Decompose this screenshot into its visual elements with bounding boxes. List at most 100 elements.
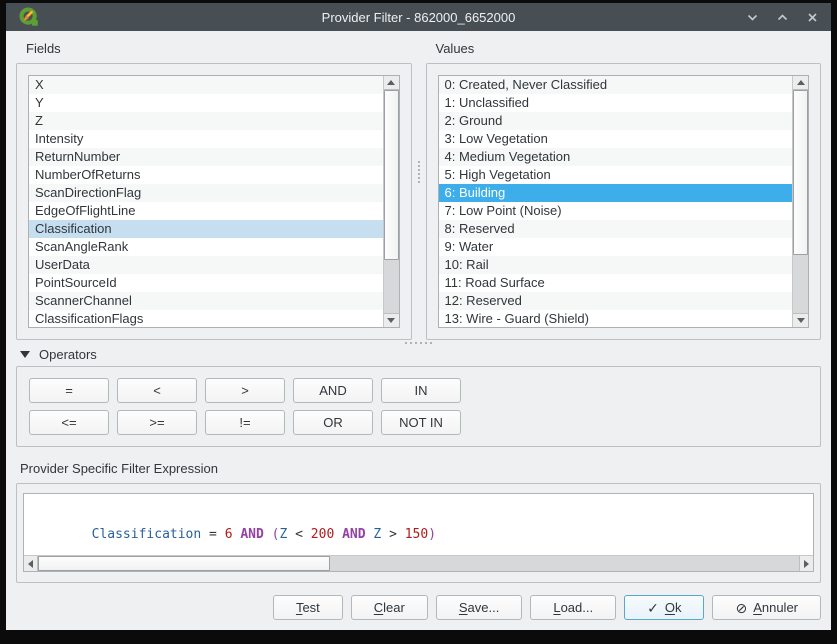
scroll-up-arrow-icon[interactable] [793,76,808,90]
expression-token: Classification [92,527,202,542]
scrollbar-thumb[interactable] [793,90,808,255]
ok-button[interactable]: ✓Ok [624,595,704,620]
expression-token: < [287,527,310,542]
operators-row-2: <= >= != OR NOT IN [29,410,808,435]
expression-token [264,527,272,542]
field-item[interactable]: Classification [29,220,383,238]
operator-button[interactable]: >= [117,410,197,435]
filter-expression-text[interactable]: Classification = 6 AND (Z < 200 AND Z > … [24,494,813,555]
operators-label: Operators [39,347,97,362]
field-item[interactable]: PointSourceId [29,274,383,292]
fields-groupbox: XYZIntensityReturnNumberNumberOfReturnsS… [16,63,412,340]
field-item[interactable]: Intensity [29,130,383,148]
expression-token: AND [342,527,365,542]
expression-token: = [201,527,224,542]
expression-token: 150 [405,527,428,542]
expression-token: 200 [311,527,334,542]
save-button[interactable]: Save... [436,595,522,620]
scroll-down-arrow-icon[interactable] [384,313,399,327]
value-item[interactable]: 2: Ground [439,112,793,130]
value-item[interactable]: 11: Road Surface [439,274,793,292]
value-item[interactable]: 4: Medium Vegetation [439,148,793,166]
fields-panel: Fields XYZIntensityReturnNumberNumberOfR… [16,41,412,340]
field-item[interactable]: ScanAngleRank [29,238,383,256]
value-item[interactable]: 9: Water [439,238,793,256]
values-list[interactable]: 0: Created, Never Classified1: Unclassif… [438,75,810,328]
fields-rows: XYZIntensityReturnNumberNumberOfReturnsS… [29,76,383,327]
field-item[interactable]: Z [29,112,383,130]
titlebar[interactable]: Provider Filter - 862000_6652000 [6,3,831,31]
operators-header[interactable]: Operators [20,346,821,362]
fields-scrollbar[interactable] [383,76,399,327]
scrollbar-thumb[interactable] [384,90,399,260]
fields-values-section: Fields XYZIntensityReturnNumberNumberOfR… [16,41,821,340]
operator-button[interactable]: <= [29,410,109,435]
value-item[interactable]: 0: Created, Never Classified [439,76,793,94]
filter-expression-groupbox: Classification = 6 AND (Z < 200 AND Z > … [16,483,821,583]
dialog-content: Fields XYZIntensityReturnNumberNumberOfR… [6,31,831,630]
operator-button[interactable]: = [29,378,109,403]
value-item[interactable]: 3: Low Vegetation [439,130,793,148]
filter-expression-label: Provider Specific Filter Expression [20,461,821,477]
operator-button[interactable]: != [205,410,285,435]
value-item[interactable]: 5: High Vegetation [439,166,793,184]
test-button[interactable]: Test [273,595,343,620]
value-item[interactable]: 10: Rail [439,256,793,274]
expression-hscrollbar[interactable] [24,555,813,571]
operator-button[interactable]: IN [381,378,461,403]
chevron-up-icon[interactable] [776,11,789,24]
value-item[interactable]: 7: Low Point (Noise) [439,202,793,220]
scroll-right-arrow-icon[interactable] [799,556,813,571]
value-item[interactable]: 12: Reserved [439,292,793,310]
fields-list[interactable]: XYZIntensityReturnNumberNumberOfReturnsS… [28,75,400,328]
values-panel: Values 0: Created, Never Classified1: Un… [426,41,822,340]
expression-token: AND [240,527,263,542]
field-item[interactable]: ScannerChannel [29,292,383,310]
value-item[interactable]: 13: Wire - Guard (Shield) [439,310,793,327]
collapse-arrow-icon[interactable] [20,351,30,358]
operator-button[interactable]: NOT IN [381,410,461,435]
field-item[interactable]: ScanDirectionFlag [29,184,383,202]
value-item[interactable]: 1: Unclassified [439,94,793,112]
field-item[interactable]: EdgeOfFlightLine [29,202,383,220]
value-item[interactable]: 8: Reserved [439,220,793,238]
field-item[interactable]: UserData [29,256,383,274]
qgis-logo-icon [18,6,40,28]
value-item[interactable]: 6: Building [439,184,793,202]
scroll-up-arrow-icon[interactable] [384,76,399,90]
load-button[interactable]: Load... [530,595,616,620]
check-icon: ✓ [647,601,659,615]
fields-label: Fields [26,41,412,57]
values-rows: 0: Created, Never Classified1: Unclassif… [439,76,793,327]
operator-button[interactable]: OR [293,410,373,435]
field-item[interactable]: ReturnNumber [29,148,383,166]
expression-token: 6 [225,527,233,542]
window-title: Provider Filter - 862000_6652000 [6,10,831,25]
dialog-button-row: Test Clear Save... Load... ✓Ok ⊘Annuler [16,595,821,620]
window-controls [746,11,819,24]
operator-button[interactable]: AND [293,378,373,403]
scrollbar-thumb[interactable] [38,556,330,571]
field-item[interactable]: ClassificationFlags [29,310,383,327]
expression-token [334,527,342,542]
field-item[interactable]: NumberOfReturns [29,166,383,184]
clear-button[interactable]: Clear [351,595,428,620]
values-scrollbar[interactable] [792,76,808,327]
cancel-button[interactable]: ⊘Annuler [712,595,821,620]
expression-token: > [381,527,404,542]
close-icon[interactable] [806,11,819,24]
chevron-down-icon[interactable] [746,11,759,24]
provider-filter-dialog: Provider Filter - 862000_6652000 Fields [6,3,831,630]
field-item[interactable]: Y [29,94,383,112]
operators-groupbox: = < > AND IN <= >= != OR NOT IN [16,366,821,447]
cancel-icon: ⊘ [735,601,747,615]
field-item[interactable]: X [29,76,383,94]
scroll-down-arrow-icon[interactable] [793,313,808,327]
panel-splitter-handle[interactable] [418,161,420,183]
scroll-left-arrow-icon[interactable] [24,556,38,571]
operator-button[interactable]: < [117,378,197,403]
values-label: Values [436,41,822,57]
filter-expression-editor[interactable]: Classification = 6 AND (Z < 200 AND Z > … [23,493,814,572]
operators-row-1: = < > AND IN [29,378,808,403]
operator-button[interactable]: > [205,378,285,403]
